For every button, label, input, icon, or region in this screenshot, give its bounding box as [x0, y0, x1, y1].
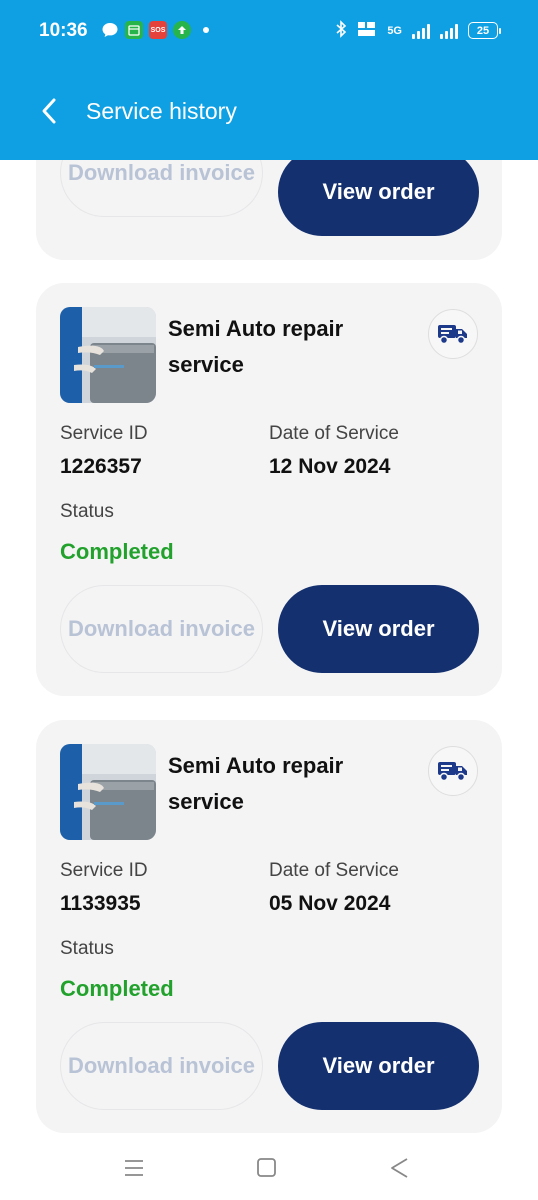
- delivery-truck-icon[interactable]: [428, 746, 478, 796]
- status-bar: 10:36 SOS 5G 25: [0, 0, 538, 62]
- signal-strength-icon: [412, 23, 430, 39]
- home-square-icon[interactable]: [256, 1156, 278, 1185]
- status-label: Status: [60, 501, 114, 522]
- more-notifications-dot: [203, 27, 209, 33]
- battery-level: 25: [476, 24, 490, 37]
- download-invoice-button[interactable]: Download invoice: [60, 1022, 263, 1110]
- service-name: Semi Auto repair service: [168, 753, 344, 814]
- download-invoice-button[interactable]: Download invoice: [60, 585, 263, 673]
- menu-icon[interactable]: [122, 1156, 146, 1185]
- delivery-truck-icon[interactable]: [428, 309, 478, 359]
- bluetooth-icon: [335, 20, 347, 41]
- date-of-service-value: 05 Nov 2024: [269, 892, 391, 915]
- signal-strength-icon-2: [440, 23, 458, 39]
- service-name: Semi Auto repair service: [168, 316, 344, 377]
- service-thumbnail: [60, 744, 156, 840]
- service-id-value: 1226357: [60, 455, 142, 478]
- view-order-button[interactable]: View order: [278, 585, 479, 673]
- service-thumbnail: [60, 307, 156, 403]
- app-header: 10:36 SOS 5G 25 Service history: [0, 0, 538, 160]
- sos-icon: SOS: [149, 21, 167, 39]
- network-type-label: 5G: [387, 24, 402, 37]
- date-of-service-value: 12 Nov 2024: [269, 455, 391, 478]
- back-button[interactable]: [36, 94, 66, 128]
- notification-icons: SOS: [101, 21, 209, 39]
- view-order-label: View order: [322, 179, 435, 204]
- service-id-label: Service ID: [60, 423, 148, 444]
- download-invoice-label: Download invoice: [67, 1053, 256, 1078]
- volte-icon: [357, 20, 377, 41]
- status-indicators: 5G 25: [335, 20, 501, 41]
- status-label: Status: [60, 938, 114, 959]
- order-card: Semi Auto repair service Service ID 1226…: [36, 283, 502, 696]
- system-nav-bar: [0, 1140, 538, 1200]
- upload-arrow-icon: [173, 21, 191, 39]
- download-invoice-label: Download invoice: [67, 160, 256, 185]
- back-triangle-icon[interactable]: [388, 1156, 412, 1185]
- battery-icon: 25: [468, 22, 501, 39]
- app-bar: Service history: [0, 80, 538, 144]
- page-title: Service history: [86, 98, 237, 124]
- status-time: 10:36: [39, 20, 88, 41]
- view-order-label: View order: [322, 616, 435, 641]
- view-order-label: View order: [322, 1053, 435, 1078]
- service-id-value: 1133935: [60, 892, 141, 915]
- date-of-service-label: Date of Service: [269, 423, 399, 444]
- view-order-button[interactable]: View order: [278, 1022, 479, 1110]
- status-value: Completed: [60, 976, 174, 1001]
- chat-bubble-icon: [101, 21, 119, 39]
- calendar-app-icon: [125, 21, 143, 39]
- service-id-label: Service ID: [60, 860, 148, 881]
- chevron-left-icon: [42, 98, 56, 124]
- order-card: Semi Auto repair service Service ID 1133…: [36, 720, 502, 1133]
- view-order-button[interactable]: View order: [278, 148, 479, 236]
- status-value: Completed: [60, 539, 174, 564]
- download-invoice-label: Download invoice: [67, 616, 256, 641]
- date-of-service-label: Date of Service: [269, 860, 399, 881]
